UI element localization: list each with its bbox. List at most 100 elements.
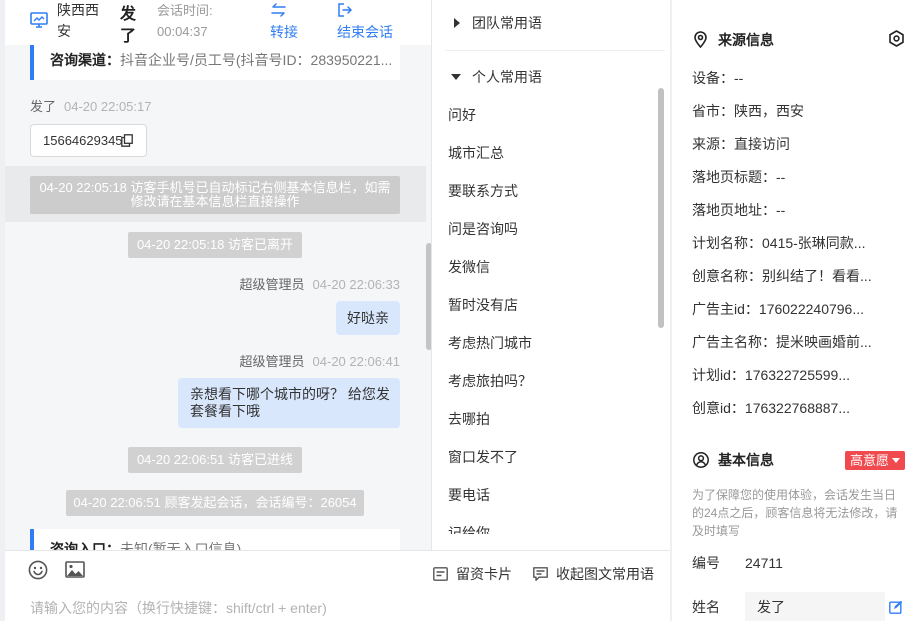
field-value: 陕西，西安 — [734, 103, 804, 119]
intent-level-dropdown[interactable]: 高意愿 — [845, 451, 905, 470]
field-value: 别纠结了！看看... — [762, 268, 872, 284]
field-label: 落地页地址： — [692, 202, 776, 218]
channel-label: 咨询渠道： — [50, 52, 120, 68]
notice-text: 访客手机号已自动标记右侧基本信息栏，如需修改请在基本信息栏直接操作 — [130, 180, 391, 209]
source-field: 计划id：176322725599... — [692, 365, 850, 385]
visitor-name: 发了 — [120, 6, 137, 45]
field-label: 计划id： — [692, 367, 745, 383]
notice-text: 访客已离开 — [228, 237, 294, 252]
notice-time: 04-20 22:06:51 — [73, 495, 161, 510]
phone-number: 15664629345 — [43, 133, 123, 148]
copy-icon[interactable] — [121, 134, 133, 147]
phrase-item[interactable]: 问好 — [448, 103, 648, 127]
field-label: 广告主名称： — [692, 334, 776, 350]
team-phrases-label: 团队常用语 — [472, 15, 542, 31]
logout-icon — [337, 2, 353, 18]
id-label: 编号 — [692, 555, 720, 571]
visitor-left-notice: 04-20 22:05:18 访客已离开 — [128, 232, 302, 258]
message-sender: 超级管理员 — [239, 354, 305, 369]
field-value: 176022240796... — [758, 301, 865, 317]
transfer-label: 转接 — [270, 24, 298, 40]
channel-value: 抖音企业号/员工号(抖音号ID：283950221... — [120, 52, 393, 68]
name-field[interactable] — [745, 592, 885, 621]
visitor-location: 陕西西安 — [57, 2, 99, 39]
end-session-button[interactable]: 结束会话 — [337, 0, 397, 45]
phrase-item[interactable]: 窗口发不了 — [448, 445, 648, 469]
message-time: 04-20 22:06:41 — [312, 354, 400, 369]
source-field: 创意id：176322768887... — [692, 398, 850, 418]
message-sender: 发了 — [30, 99, 57, 114]
phrase-item[interactable]: 记给你 — [448, 521, 648, 534]
field-label: 计划名称： — [692, 235, 762, 251]
end-session-label: 结束会话 — [337, 24, 393, 40]
visitor-message-meta: 发了 04-20 22:05:17 — [30, 98, 151, 116]
image-icon[interactable] — [65, 561, 85, 578]
personal-phrases-toggle[interactable]: 个人常用语 — [432, 65, 670, 89]
source-field: 计划名称：0415-张琳同款... — [692, 233, 865, 253]
field-value: 176322725599... — [744, 367, 851, 383]
phrase-item[interactable]: 发微信 — [448, 255, 648, 279]
session-time: 00:04:37 — [157, 24, 208, 39]
phrase-item[interactable]: 城市汇总 — [448, 141, 648, 165]
location-pin-icon — [694, 31, 707, 48]
settings-icon[interactable] — [888, 30, 905, 47]
entry-label: 咨询入口： — [50, 541, 120, 550]
agent-message-meta: 超级管理员 04-20 22:06:33 — [240, 276, 400, 294]
phrases-scrollbar[interactable] — [658, 88, 664, 328]
field-value: 直接访问 — [734, 136, 790, 152]
smiley-icon[interactable] — [28, 560, 48, 580]
name-label: 姓名 — [692, 599, 720, 615]
field-value: -- — [776, 202, 786, 218]
message-input[interactable] — [23, 594, 663, 621]
edit-icon[interactable] — [889, 600, 903, 614]
agent-message-bubble: 亲想看下哪个城市的呀？ 给您发套餐看下哦 — [178, 378, 400, 428]
collapse-phrases-label: 收起图文常用语 — [556, 566, 654, 582]
agent-message-meta: 超级管理员 04-20 22:06:41 — [240, 353, 400, 371]
source-field: 来源：直接访问 — [692, 134, 790, 154]
source-field: 落地页标题：-- — [692, 167, 785, 187]
customer-info-panel: 来源信息 设备：-- 省市：陕西，西安 来源：直接访问 落地页标题：-- 落地页… — [672, 0, 913, 621]
lead-card-label: 留资卡片 — [456, 566, 512, 582]
message-icon — [533, 567, 548, 581]
transfer-button[interactable]: 转接 — [270, 0, 304, 45]
phrase-item[interactable]: 去哪拍 — [448, 407, 648, 431]
phrase-item[interactable]: 考虑旅拍吗？ — [448, 369, 648, 393]
phrase-item[interactable]: 要电话 — [448, 483, 648, 507]
message-time: 04-20 22:06:33 — [312, 277, 400, 292]
caret-right-icon — [454, 18, 460, 28]
message-sender: 超级管理员 — [239, 277, 305, 292]
field-value: -- — [734, 70, 744, 86]
phone-tagged-notice: 04-20 22:05:18 访客手机号已自动标记右侧基本信息栏，如需修改请在基… — [30, 176, 400, 214]
notice-time: 04-20 22:05:18 — [39, 180, 127, 195]
field-label: 广告主id： — [692, 301, 759, 317]
notice-time: 04-20 22:05:18 — [136, 237, 225, 252]
visitor-message-bubble: 15664629345 — [30, 124, 147, 157]
phrase-item[interactable]: 考虑热门城市 — [448, 331, 648, 355]
phrase-item[interactable]: 问是咨询吗 — [448, 217, 648, 241]
user-circle-icon — [693, 452, 709, 468]
channel-card: 咨询渠道：抖音企业号/员工号(抖音号ID：283950221... — [30, 40, 400, 80]
basic-info-title: 基本信息 — [718, 452, 774, 468]
field-value: 0415-张琳同款... — [762, 235, 866, 251]
quick-phrases-panel: 团队常用语 个人常用语 问好 城市汇总 要联系方式 问是咨询吗 发微信 暂时没有… — [431, 0, 670, 550]
phrase-item[interactable]: 暂时没有店 — [448, 293, 648, 317]
source-field: 设备：-- — [692, 68, 743, 88]
agent-message-bubble: 好哒亲 — [336, 301, 400, 335]
personal-phrases-list: 问好 城市汇总 要联系方式 问是咨询吗 发微信 暂时没有店 考虑热门城市 考虑旅… — [432, 92, 670, 534]
edit-deadline-notice: 为了保障您的使用体验，会话发生当日的24点之后，顾客信息将无法修改，请及时填写 — [692, 488, 898, 538]
entry-value: 未知(暂无入口信息) — [120, 541, 242, 550]
phrase-item[interactable]: 要联系方式 — [448, 179, 648, 203]
collapse-phrases-button[interactable]: 收起图文常用语 — [533, 564, 654, 584]
message-composer: 留资卡片 收起图文常用语 — [5, 550, 670, 621]
team-phrases-toggle[interactable]: 团队常用语 — [432, 11, 670, 35]
notice-time: 04-20 22:06:51 — [136, 452, 225, 467]
chat-header: 陕西西安 发了 会话时间: 00:04:37 转接 结束会话 — [5, 0, 431, 45]
notice-text: 访客已进线 — [228, 452, 294, 467]
monitor-icon — [30, 12, 48, 28]
lead-card-button[interactable]: 留资卡片 — [433, 564, 512, 584]
field-label: 创意名称： — [692, 268, 762, 284]
notice-text: 顾客发起会话，会话编号：26054 — [164, 495, 357, 510]
field-value: 提米映画婚前... — [776, 334, 872, 350]
intent-level-label: 高意愿 — [850, 453, 890, 468]
field-value: 176322768887... — [744, 400, 851, 416]
